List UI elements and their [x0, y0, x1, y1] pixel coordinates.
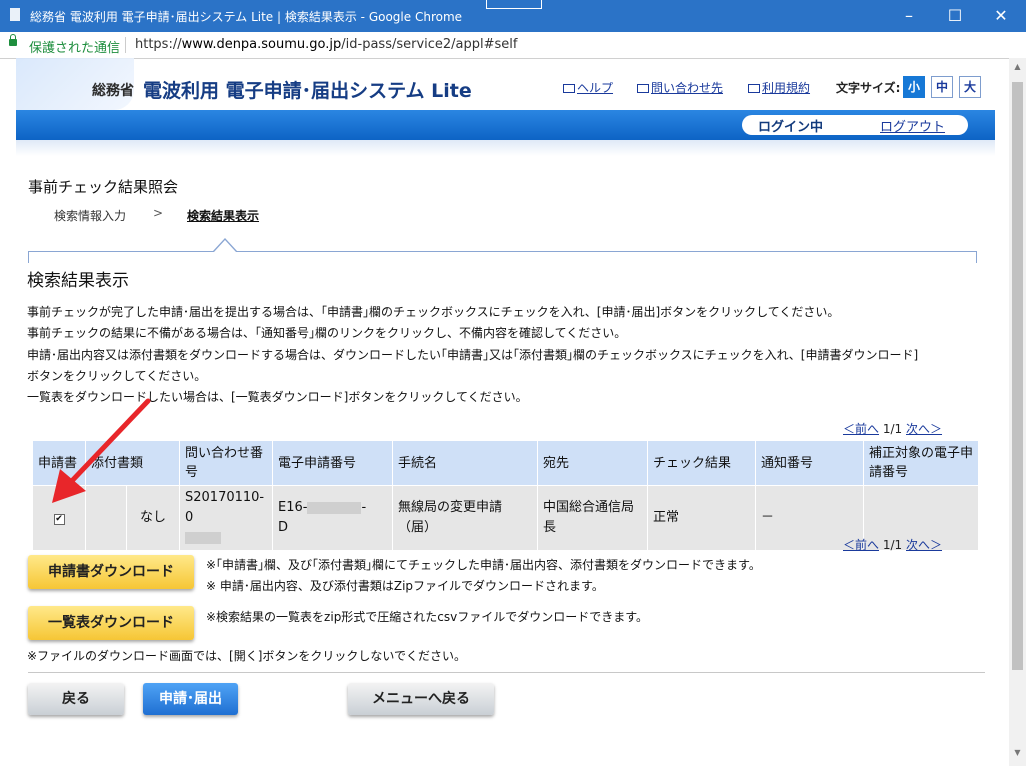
inquiry-no: S20170110-0 — [185, 490, 265, 525]
panel-border — [28, 251, 977, 252]
col-header-check-result: チェック結果 — [647, 440, 757, 486]
panel-pointer-inner — [214, 240, 236, 252]
check-result-cell: 正常 — [647, 485, 757, 551]
scroll-down-arrow-icon[interactable]: ▼ — [1012, 748, 1023, 758]
window-icon — [563, 84, 575, 93]
back-button[interactable]: 戻る — [28, 683, 124, 715]
login-status: ログイン中 — [758, 120, 824, 135]
submit-button[interactable]: 申請･届出 — [143, 683, 238, 715]
instruction-line: ボタンをクリックしてください。 — [27, 369, 207, 383]
pager-next-link[interactable]: 次へ＞ — [906, 422, 942, 436]
col-header-application: 申請書 — [32, 440, 86, 486]
page-title: 事前チェック結果照会 — [28, 178, 179, 196]
address-bar[interactable]: 保護された通信 https://www.denpa.soumu.go.jp/id… — [0, 32, 1026, 59]
window-title: 総務省 電波利用 電子申請･届出システム Lite | 検索結果表示 - Goo… — [30, 10, 463, 24]
e-app-no-suffix: D — [278, 520, 289, 535]
download-application-button[interactable]: 申請書ダウンロード — [28, 555, 194, 589]
breadcrumb-search-input: 検索情報入力 — [54, 209, 127, 223]
scroll-up-arrow-icon[interactable]: ▲ — [1012, 62, 1023, 72]
inquiry-no-cell: S20170110-0 — [179, 485, 274, 551]
pager-next-link[interactable]: 次へ＞ — [906, 538, 942, 552]
url-text[interactable]: https://www.denpa.soumu.go.jp/id-pass/se… — [135, 37, 518, 52]
application-checkbox-cell: ✔ — [32, 485, 86, 551]
breadcrumb-search-results: 検索結果表示 — [187, 209, 260, 223]
section-title: 検索結果表示 — [27, 271, 129, 291]
e-app-no-dash: - — [361, 500, 367, 515]
destination-cell: 中国総合通信局長 — [537, 485, 649, 551]
instruction-line: 事前チェックが完了した申請･届出を提出する場合は、｢申請書｣欄のチェックボックス… — [27, 305, 840, 319]
pager-total: 1 — [894, 538, 903, 552]
col-header-correction-e-app-no: 補正対象の電子申請番号 — [863, 440, 980, 486]
close-button[interactable]: ✕ — [978, 0, 1024, 32]
page-icon — [10, 8, 20, 21]
header-shadow — [16, 140, 995, 156]
font-size-label: 文字サイズ: — [836, 81, 901, 95]
divider — [28, 672, 985, 673]
table-header-row: 申請書 添付書類 問い合わせ番号 電子申請番号 手続名 宛先 チェック結果 通知… — [32, 440, 980, 486]
url-scheme: https:// — [135, 37, 182, 52]
window-titlebar: 総務省 電波利用 電子申請･届出システム Lite | 検索結果表示 - Goo… — [0, 0, 1026, 32]
pager-top: ＜前へ 1/1 次へ＞ — [843, 420, 942, 437]
tab-strip-handle[interactable] — [486, 0, 542, 9]
col-header-e-app-no: 電子申請番号 — [272, 440, 394, 486]
help-link-label: ヘルプ — [577, 81, 614, 95]
table-row: ✔ なし S20170110-0 E16- - D 無線局の変更申請（届） 中国総合… — [32, 485, 980, 551]
contact-link-label: 問い合わせ先 — [651, 81, 724, 95]
e-app-no-cell: E16- - D — [272, 485, 394, 551]
maximize-button[interactable]: ☐ — [932, 0, 978, 32]
font-size-medium-button[interactable]: 中 — [931, 76, 953, 98]
file-open-warning: ※ファイルのダウンロード画面では、[開く]ボタンをクリックしないでください。 — [27, 649, 467, 663]
breadcrumb-separator: > — [153, 206, 164, 220]
zip-format-note: ※ 申請･届出内容、及び添付書類はZipファイルでダウンロードされます。 — [206, 579, 604, 593]
redacted-text — [307, 501, 362, 514]
system-title: 電波利用 電子申請･届出システム Lite — [143, 80, 472, 102]
redacted-text — [185, 531, 222, 544]
back-to-menu-button[interactable]: メニューへ戻る — [348, 683, 494, 715]
pager-bottom: ＜前へ 1/1 次へ＞ — [843, 536, 942, 553]
panel-border-left — [28, 251, 29, 263]
pager-prev-link[interactable]: ＜前へ — [843, 538, 879, 552]
instruction-line: 事前チェックの結果に不備がある場合は、｢通知番号｣欄のリンクをクリックし、不備内… — [27, 326, 627, 340]
font-size-large-button[interactable]: 大 — [959, 76, 981, 98]
attachment-checkbox-cell — [85, 485, 127, 551]
e-app-no-prefix: E16- — [278, 500, 308, 515]
col-header-inquiry-no: 問い合わせ番号 — [179, 440, 274, 486]
download-list-note: ※検索結果の一覧表をzip形式で圧縮されたcsvファイルでダウンロードできます。 — [206, 610, 649, 624]
download-application-note: ※｢申請書｣欄、及び｢添付書類｣欄にてチェックした申請･届出内容、添付書類をダウ… — [206, 558, 761, 572]
scrollbar-thumb[interactable] — [1012, 82, 1023, 670]
window-icon — [637, 84, 649, 93]
minimize-button[interactable]: – — [886, 0, 932, 32]
attachments-value: なし — [125, 485, 181, 551]
application-checkbox[interactable]: ✔ — [53, 514, 65, 525]
ministry-label: 総務省 — [92, 83, 134, 99]
terms-link[interactable]: 利用規約 — [748, 79, 810, 96]
procedure-cell: 無線局の変更申請（届） — [392, 485, 539, 551]
instruction-line: 申請･届出内容又は添付書類をダウンロードする場合は、ダウンロードしたい｢申請書｣… — [27, 348, 919, 362]
secure-connection-label[interactable]: 保護された通信 — [29, 37, 120, 56]
window-icon — [748, 84, 760, 93]
address-separator — [125, 37, 126, 53]
col-header-notice-no: 通知番号 — [755, 440, 865, 486]
help-link[interactable]: ヘルプ — [563, 79, 613, 96]
contact-link[interactable]: 問い合わせ先 — [637, 79, 723, 96]
font-size-small-button[interactable]: 小 — [903, 76, 925, 98]
results-table: 申請書 添付書類 問い合わせ番号 電子申請番号 手続名 宛先 チェック結果 通知… — [32, 440, 980, 551]
lock-icon — [9, 34, 17, 46]
col-header-attachments: 添付書類 — [84, 440, 181, 486]
pager-total: 1 — [894, 422, 903, 436]
panel-border-right — [976, 251, 977, 263]
url-host: www.denpa.soumu.go.jp — [181, 37, 342, 52]
col-header-procedure: 手続名 — [392, 440, 539, 486]
login-status-pill: ログイン中 ログアウト — [742, 115, 968, 135]
download-list-button[interactable]: 一覧表ダウンロード — [28, 606, 194, 640]
url-path: /id-pass/service2/appl#self — [341, 37, 518, 52]
pager-prev-link[interactable]: ＜前へ — [843, 422, 879, 436]
logout-link[interactable]: ログアウト — [880, 116, 945, 135]
col-header-destination: 宛先 — [537, 440, 649, 486]
terms-link-label: 利用規約 — [762, 81, 811, 95]
instruction-line: 一覧表をダウンロードしたい場合は、[一覧表ダウンロード]ボタンをクリックしてくだ… — [27, 390, 528, 404]
